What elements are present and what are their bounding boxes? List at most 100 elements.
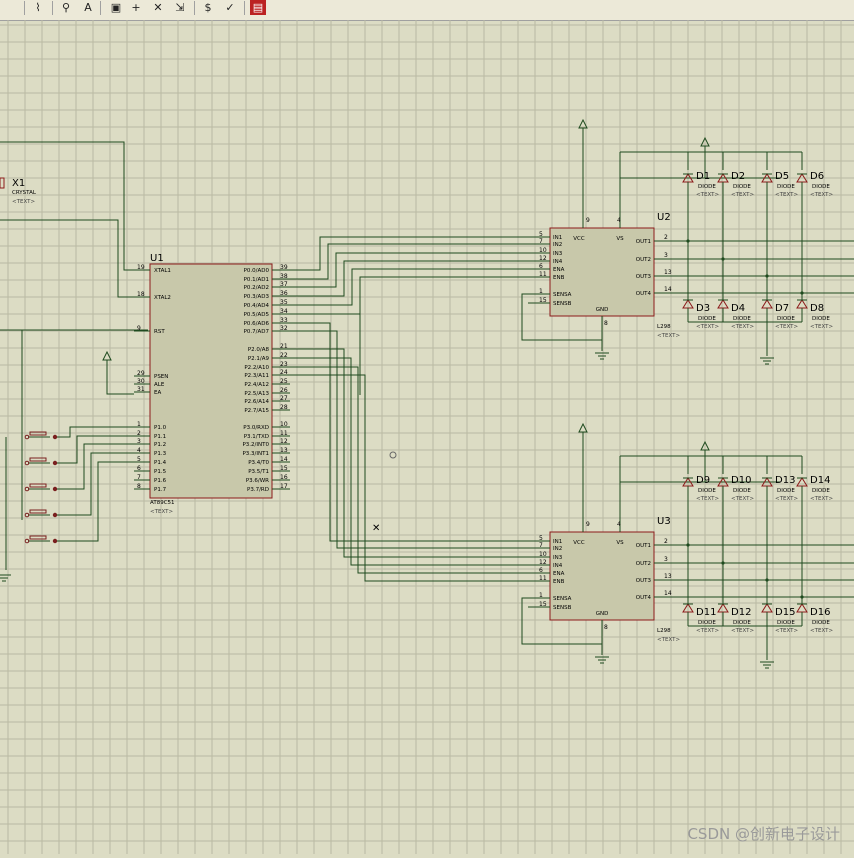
- remove-sheet-icon[interactable]: ✕: [150, 0, 166, 15]
- diode-value: DIODE: [812, 184, 830, 190]
- goto-child-icon[interactable]: ⇲: [172, 0, 188, 15]
- add-sheet-icon[interactable]: +: [128, 0, 144, 15]
- property-assign-icon[interactable]: A: [80, 0, 96, 15]
- mcu-pin-num: 3: [137, 438, 141, 445]
- mcu-pin-name: P0.1/AD1: [244, 277, 269, 283]
- driver-pin-num: 4: [617, 217, 621, 224]
- driver-pin-num: 4: [617, 521, 621, 528]
- driver-text: <TEXT>: [657, 637, 680, 643]
- mcu-pin-name: PSEN: [154, 374, 168, 380]
- mcu-pin-num: 13: [280, 447, 288, 454]
- mcu-pin-name: P0.3/AD3: [244, 294, 270, 300]
- mcu-pin-name: P2.3/A11: [244, 373, 269, 379]
- driver-pin-name: IN4: [553, 563, 563, 569]
- mcu-pin-name: P1.7: [154, 487, 167, 493]
- diode-text: <TEXT>: [696, 192, 719, 198]
- driver-pin-name: OUT2: [636, 561, 651, 567]
- mcu-pin-num: 18: [137, 291, 145, 298]
- diode-symbol: [796, 603, 808, 613]
- mcu-pin-num: 17: [280, 483, 288, 490]
- driver-pin-num: 12: [539, 255, 547, 262]
- diode-text: <TEXT>: [775, 324, 798, 330]
- wire-xtal2: [0, 219, 148, 298]
- diode-value: DIODE: [698, 316, 716, 322]
- diode-text: <TEXT>: [775, 628, 798, 634]
- diode-text: <TEXT>: [731, 628, 754, 634]
- toolbar-separator: [52, 1, 53, 15]
- diode-ref: D2: [731, 171, 745, 182]
- netlist-to-ares-icon[interactable]: ▤: [250, 0, 266, 15]
- bill-of-materials-icon[interactable]: $: [200, 0, 216, 15]
- pushbutton-terminal: [52, 538, 58, 544]
- wire-bus-p2: [290, 348, 528, 558]
- mcu-pin-num: 25: [280, 378, 288, 385]
- mcu-pin-name: P3.0/RXD: [243, 425, 269, 431]
- diode-ref: D15: [775, 607, 795, 618]
- driver-pin-num: 6: [539, 567, 543, 574]
- mcu-pin-num: 19: [137, 264, 145, 271]
- driver-pin-name: VS: [616, 236, 624, 242]
- driver-pin-num: 2: [664, 538, 668, 545]
- new-sheet-icon[interactable]: ▣: [108, 0, 124, 15]
- mcu-pin-num: 6: [137, 465, 141, 472]
- driver-pin-name: VCC: [573, 236, 585, 242]
- driver-pin-name: ENA: [553, 571, 565, 577]
- mcu-pin-num: 32: [280, 325, 288, 332]
- mcu-pin-num: 21: [280, 343, 288, 350]
- diode-text: <TEXT>: [810, 628, 833, 634]
- schematic-canvas[interactable]: X1 CRYSTAL <TEXT> U1 AT89C51 <TEXT> 19 XTAL1 18 X…: [0, 20, 854, 854]
- search-tag-icon[interactable]: ⚲: [58, 0, 74, 15]
- diode-value: DIODE: [777, 488, 795, 494]
- grid: [0, 20, 854, 854]
- mcu-pin-num: 30: [137, 378, 145, 385]
- toolbar-separator: [194, 1, 195, 15]
- mcu-pin-name: P2.6/A14: [244, 399, 269, 405]
- driver-pin-num: 5: [539, 535, 543, 542]
- driver-pin-num: 15: [539, 297, 547, 304]
- wire-autorouter-icon[interactable]: ⌇: [30, 0, 46, 15]
- pushbutton-terminal: [52, 460, 58, 466]
- diode-text: <TEXT>: [775, 496, 798, 502]
- driver-pin-num: 1: [539, 592, 543, 599]
- mcu-pin-num: 36: [280, 290, 288, 297]
- mcu-pin-name: P0.7/AD7: [244, 329, 270, 335]
- mcu-pin-name: P3.7/RD: [247, 487, 269, 493]
- driver-pin-num: 14: [664, 590, 672, 597]
- diode-ref: D16: [810, 607, 830, 618]
- driver-pin-num: 8: [604, 320, 608, 327]
- driver-pin-num: 11: [539, 271, 547, 278]
- pushbutton: [29, 457, 47, 462]
- mcu-pin-name: P3.4/T0: [248, 460, 269, 466]
- driver-pin-name: ENA: [553, 267, 565, 273]
- diode-symbol: [796, 299, 808, 309]
- mcu-pin-num: 33: [280, 317, 288, 324]
- mcu-pin-num: 16: [280, 474, 288, 481]
- wire-bus-p2: [290, 322, 528, 542]
- driver-pin-name: OUT3: [636, 578, 652, 584]
- mcu-pin-num: 37: [280, 281, 288, 288]
- driver-pin-num: 14: [664, 286, 672, 293]
- diode-text: <TEXT>: [696, 324, 719, 330]
- mcu-pin-name: XTAL2: [154, 295, 171, 301]
- driver-pin-name: GND: [596, 307, 609, 313]
- pushbutton-terminal: [52, 486, 58, 492]
- mcu-pin-num: 28: [280, 404, 288, 411]
- crystal-text: <TEXT>: [12, 199, 35, 205]
- mcu-pin-name: P0.6/AD6: [244, 321, 270, 327]
- mcu-pin-name: P2.7/A15: [244, 408, 269, 414]
- driver-ref: U3: [657, 516, 671, 527]
- mcu-pin-name: XTAL1: [154, 268, 171, 274]
- crystal-body: [0, 177, 5, 189]
- driver-pin-name: IN2: [553, 242, 562, 248]
- toolbar-separator: [244, 1, 245, 15]
- driver-pin-name: OUT4: [636, 291, 652, 297]
- diode-text: <TEXT>: [696, 628, 719, 634]
- diode-ref: D12: [731, 607, 751, 618]
- mcu-pin-name: P1.5: [154, 469, 167, 475]
- toolbar-separator: [24, 1, 25, 15]
- pointer-marker: ✕: [372, 523, 380, 534]
- diode-ref: D11: [696, 607, 716, 618]
- driver-pin-num: 11: [539, 575, 547, 582]
- diode-ref: D7: [775, 303, 789, 314]
- electrical-rule-check-icon[interactable]: ✓: [222, 0, 238, 15]
